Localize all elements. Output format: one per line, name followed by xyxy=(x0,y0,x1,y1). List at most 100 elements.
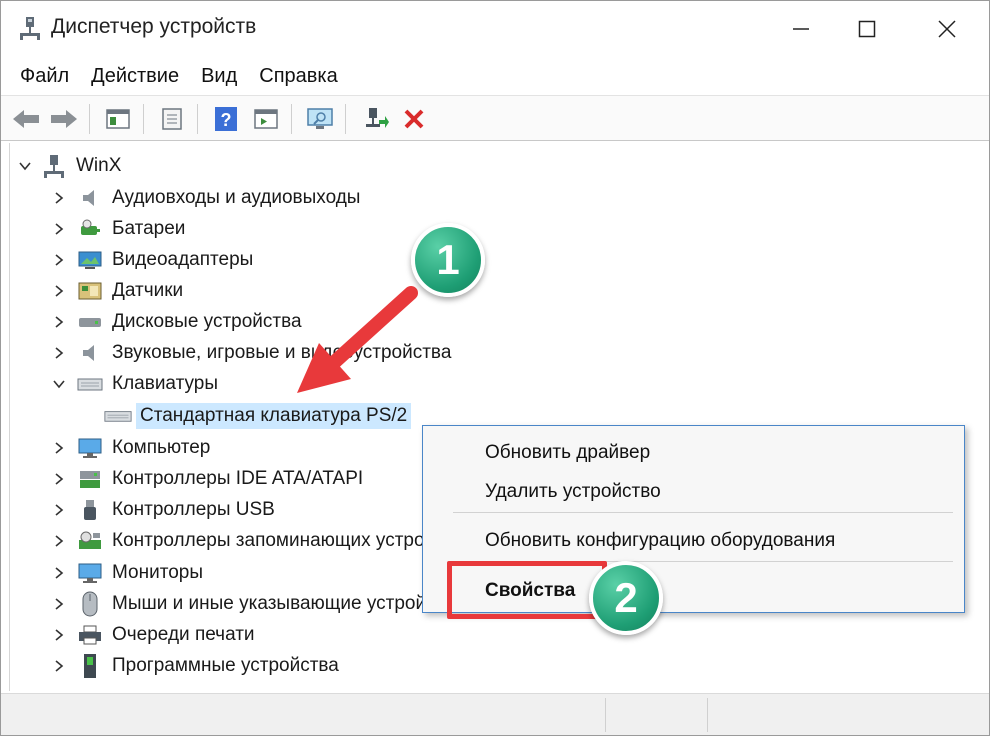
action-pane-icon xyxy=(254,109,278,129)
chevron-right-icon[interactable] xyxy=(50,189,68,207)
tree-item-label: Контроллеры IDE ATA/ATAPI xyxy=(112,468,364,489)
tree-item-monitors[interactable]: Мониторы xyxy=(50,558,203,588)
close-button[interactable] xyxy=(917,9,977,49)
chevron-right-icon[interactable] xyxy=(50,532,68,550)
back-arrow-icon xyxy=(13,110,39,128)
context-menu-uninstall-device[interactable]: Удалить устройство xyxy=(485,481,661,503)
properties-highlight-box xyxy=(447,561,607,619)
speaker-icon xyxy=(76,186,104,210)
console-tree-icon xyxy=(106,109,130,129)
battery-icon xyxy=(76,217,104,241)
speaker-icon xyxy=(76,341,104,365)
chevron-right-icon[interactable] xyxy=(50,220,68,238)
back-button[interactable] xyxy=(9,102,43,136)
maximize-button[interactable] xyxy=(837,9,897,49)
storage-controller-icon xyxy=(76,529,104,553)
tree-item-usb-controllers[interactable]: Контроллеры USB xyxy=(50,495,275,525)
status-bar xyxy=(1,693,989,735)
forward-arrow-icon xyxy=(51,110,77,128)
scan-hardware-icon xyxy=(307,108,333,129)
chevron-right-icon[interactable] xyxy=(50,313,68,331)
display-adapter-icon xyxy=(76,248,104,272)
tree-item-label: Компьютер xyxy=(112,437,211,458)
properties-icon xyxy=(162,108,182,130)
tree-item-label: Контроллеры запоминающих устройств xyxy=(112,530,464,551)
tree-item-audio-io[interactable]: Аудиовходы и аудиовыходы xyxy=(50,183,360,213)
tree-root-label: WinX xyxy=(76,155,122,176)
chevron-down-icon[interactable] xyxy=(50,375,68,393)
tree-item-computer[interactable]: Компьютер xyxy=(50,433,210,463)
device-manager-window: Диспетчер устройств Файл Действие Вид Сп… xyxy=(0,0,990,736)
action-pane-button[interactable] xyxy=(249,102,283,136)
menu-view[interactable]: Вид xyxy=(190,65,248,88)
tree-item-batteries[interactable]: Батареи xyxy=(50,214,185,244)
chevron-right-icon[interactable] xyxy=(50,439,68,457)
chevron-right-icon[interactable] xyxy=(50,501,68,519)
tree-item-label: Звуковые, игровые и видеоустройства xyxy=(112,342,452,363)
tree-item-label: Очереди печати xyxy=(112,624,255,645)
console-tree-button[interactable] xyxy=(101,102,135,136)
tree-item-keyboards[interactable]: Клавиатуры xyxy=(50,369,218,399)
keyboard-icon xyxy=(104,404,132,428)
tree-item-label: Аудиовходы и аудиовыходы xyxy=(112,187,361,208)
forward-button[interactable] xyxy=(47,102,81,136)
tree-item-mice[interactable]: Мыши и иные указывающие устройства xyxy=(50,589,465,619)
minimize-button[interactable] xyxy=(771,9,831,49)
tree-root[interactable]: WinX xyxy=(16,151,121,181)
sensor-icon xyxy=(76,279,104,303)
tree-item-label: Программные устройства xyxy=(112,655,339,676)
monitor-icon xyxy=(76,436,104,460)
tree-item-sound-video-game[interactable]: Звуковые, игровые и видеоустройства xyxy=(50,338,451,368)
chevron-right-icon[interactable] xyxy=(50,470,68,488)
menu-action[interactable]: Действие xyxy=(80,65,190,88)
tree-item-storage-controllers[interactable]: Контроллеры запоминающих устройств xyxy=(50,526,463,556)
close-icon xyxy=(938,20,956,38)
tree-item-label: Датчики xyxy=(112,280,184,301)
step-2-badge: 2 xyxy=(589,561,663,635)
scan-hardware-button[interactable] xyxy=(303,102,337,136)
printer-icon xyxy=(76,623,104,647)
device-manager-icon xyxy=(17,15,43,41)
chevron-down-icon[interactable] xyxy=(16,157,34,175)
tree-item-ps2-keyboard[interactable]: Стандартная клавиатура PS/2 xyxy=(104,401,412,431)
chevron-right-icon[interactable] xyxy=(50,251,68,269)
tree-item-label: Мониторы xyxy=(112,562,203,583)
chevron-right-icon[interactable] xyxy=(50,626,68,644)
uninstall-button[interactable] xyxy=(397,102,431,136)
menu-help[interactable]: Справка xyxy=(248,65,348,88)
svg-text:?: ? xyxy=(221,110,232,130)
tree-item-label: Клавиатуры xyxy=(112,373,219,394)
tree-item-label: Батареи xyxy=(112,218,186,239)
chevron-right-icon[interactable] xyxy=(50,595,68,613)
disk-drive-icon xyxy=(76,310,104,334)
tree-item-label: Контроллеры USB xyxy=(112,499,275,520)
context-menu-update-driver[interactable]: Обновить драйвер xyxy=(485,442,650,464)
toolbar: ? xyxy=(1,95,989,141)
update-driver-icon xyxy=(366,108,389,128)
update-driver-button[interactable] xyxy=(359,102,393,136)
context-menu-scan-hardware[interactable]: Обновить конфигурацию оборудования xyxy=(485,530,835,552)
computer-tree-icon xyxy=(40,154,68,178)
chevron-right-icon[interactable] xyxy=(50,657,68,675)
tree-item-software-devices[interactable]: Программные устройства xyxy=(50,651,339,681)
tree-item-ide-controllers[interactable]: Контроллеры IDE ATA/ATAPI xyxy=(50,464,363,494)
ide-controller-icon xyxy=(76,467,104,491)
uninstall-icon xyxy=(404,109,424,129)
tree-item-sensors[interactable]: Датчики xyxy=(50,276,183,306)
chevron-right-icon[interactable] xyxy=(50,344,68,362)
tree-item-print-queues[interactable]: Очереди печати xyxy=(50,620,255,650)
title-bar[interactable]: Диспетчер устройств xyxy=(1,1,989,57)
tree-item-disk-drives[interactable]: Дисковые устройства xyxy=(50,307,302,337)
chevron-right-icon[interactable] xyxy=(50,564,68,582)
step-1-badge: 1 xyxy=(411,223,485,297)
context-menu-separator xyxy=(453,512,953,513)
chevron-right-icon[interactable] xyxy=(50,282,68,300)
help-icon: ? xyxy=(215,107,237,131)
maximize-icon xyxy=(858,20,876,38)
tree-item-label: Мыши и иные указывающие устройства xyxy=(112,593,465,614)
menu-file[interactable]: Файл xyxy=(9,65,80,88)
tree-item-display-adapters[interactable]: Видеоадаптеры xyxy=(50,245,253,275)
software-device-icon xyxy=(76,654,104,678)
properties-button[interactable] xyxy=(155,102,189,136)
help-button[interactable]: ? xyxy=(209,102,243,136)
